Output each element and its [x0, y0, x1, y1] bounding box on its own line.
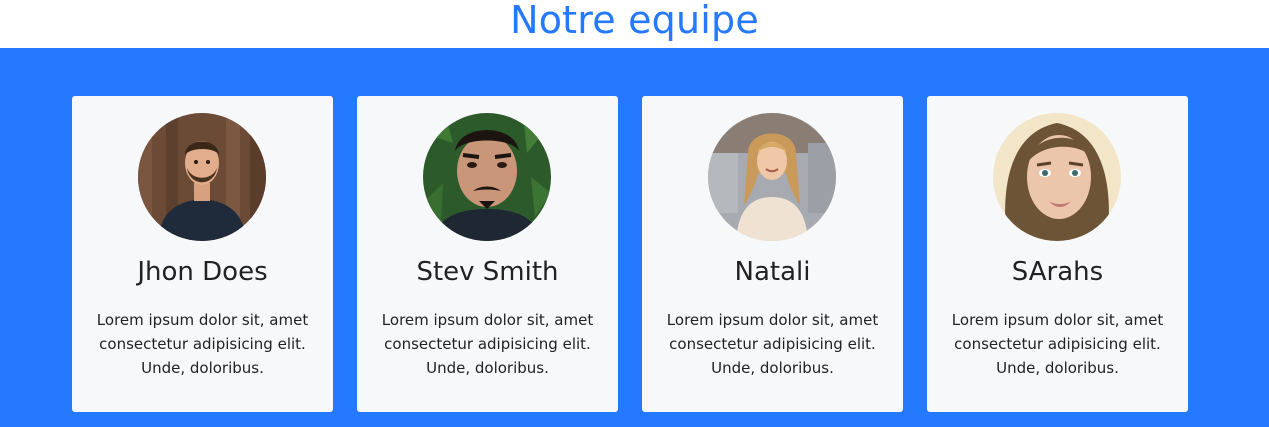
team-card: Stev Smith Lorem ipsum dolor sit, amet c… — [357, 96, 618, 412]
avatar — [993, 113, 1121, 241]
team-card: Natali Lorem ipsum dolor sit, amet conse… — [642, 96, 903, 412]
avatar — [138, 113, 266, 241]
team-section: Jhon Does Lorem ipsum dolor sit, amet co… — [0, 48, 1269, 427]
woman-brunette-selfie-photo — [993, 113, 1121, 241]
member-bio: Lorem ipsum dolor sit, amet consectetur … — [666, 311, 879, 377]
team-card: Jhon Does Lorem ipsum dolor sit, amet co… — [72, 96, 333, 412]
team-card: SArahs Lorem ipsum dolor sit, amet conse… — [927, 96, 1188, 412]
member-name: Jhon Does — [137, 257, 268, 287]
member-bio: Lorem ipsum dolor sit, amet consectetur … — [96, 311, 309, 377]
woman-blonde-street-photo — [708, 113, 836, 241]
member-name: SArahs — [1011, 257, 1104, 287]
avatar — [423, 113, 551, 241]
member-bio: Lorem ipsum dolor sit, amet consectetur … — [951, 311, 1164, 377]
page-header: Notre equipe — [0, 0, 1269, 48]
man-mustache-leaves-photo — [423, 113, 551, 241]
avatar — [708, 113, 836, 241]
member-bio: Lorem ipsum dolor sit, amet consectetur … — [381, 311, 594, 377]
man-beard-wood-wall-photo — [138, 113, 266, 241]
member-name: Stev Smith — [416, 257, 559, 287]
member-name: Natali — [734, 257, 811, 287]
page-title: Notre equipe — [510, 0, 759, 42]
